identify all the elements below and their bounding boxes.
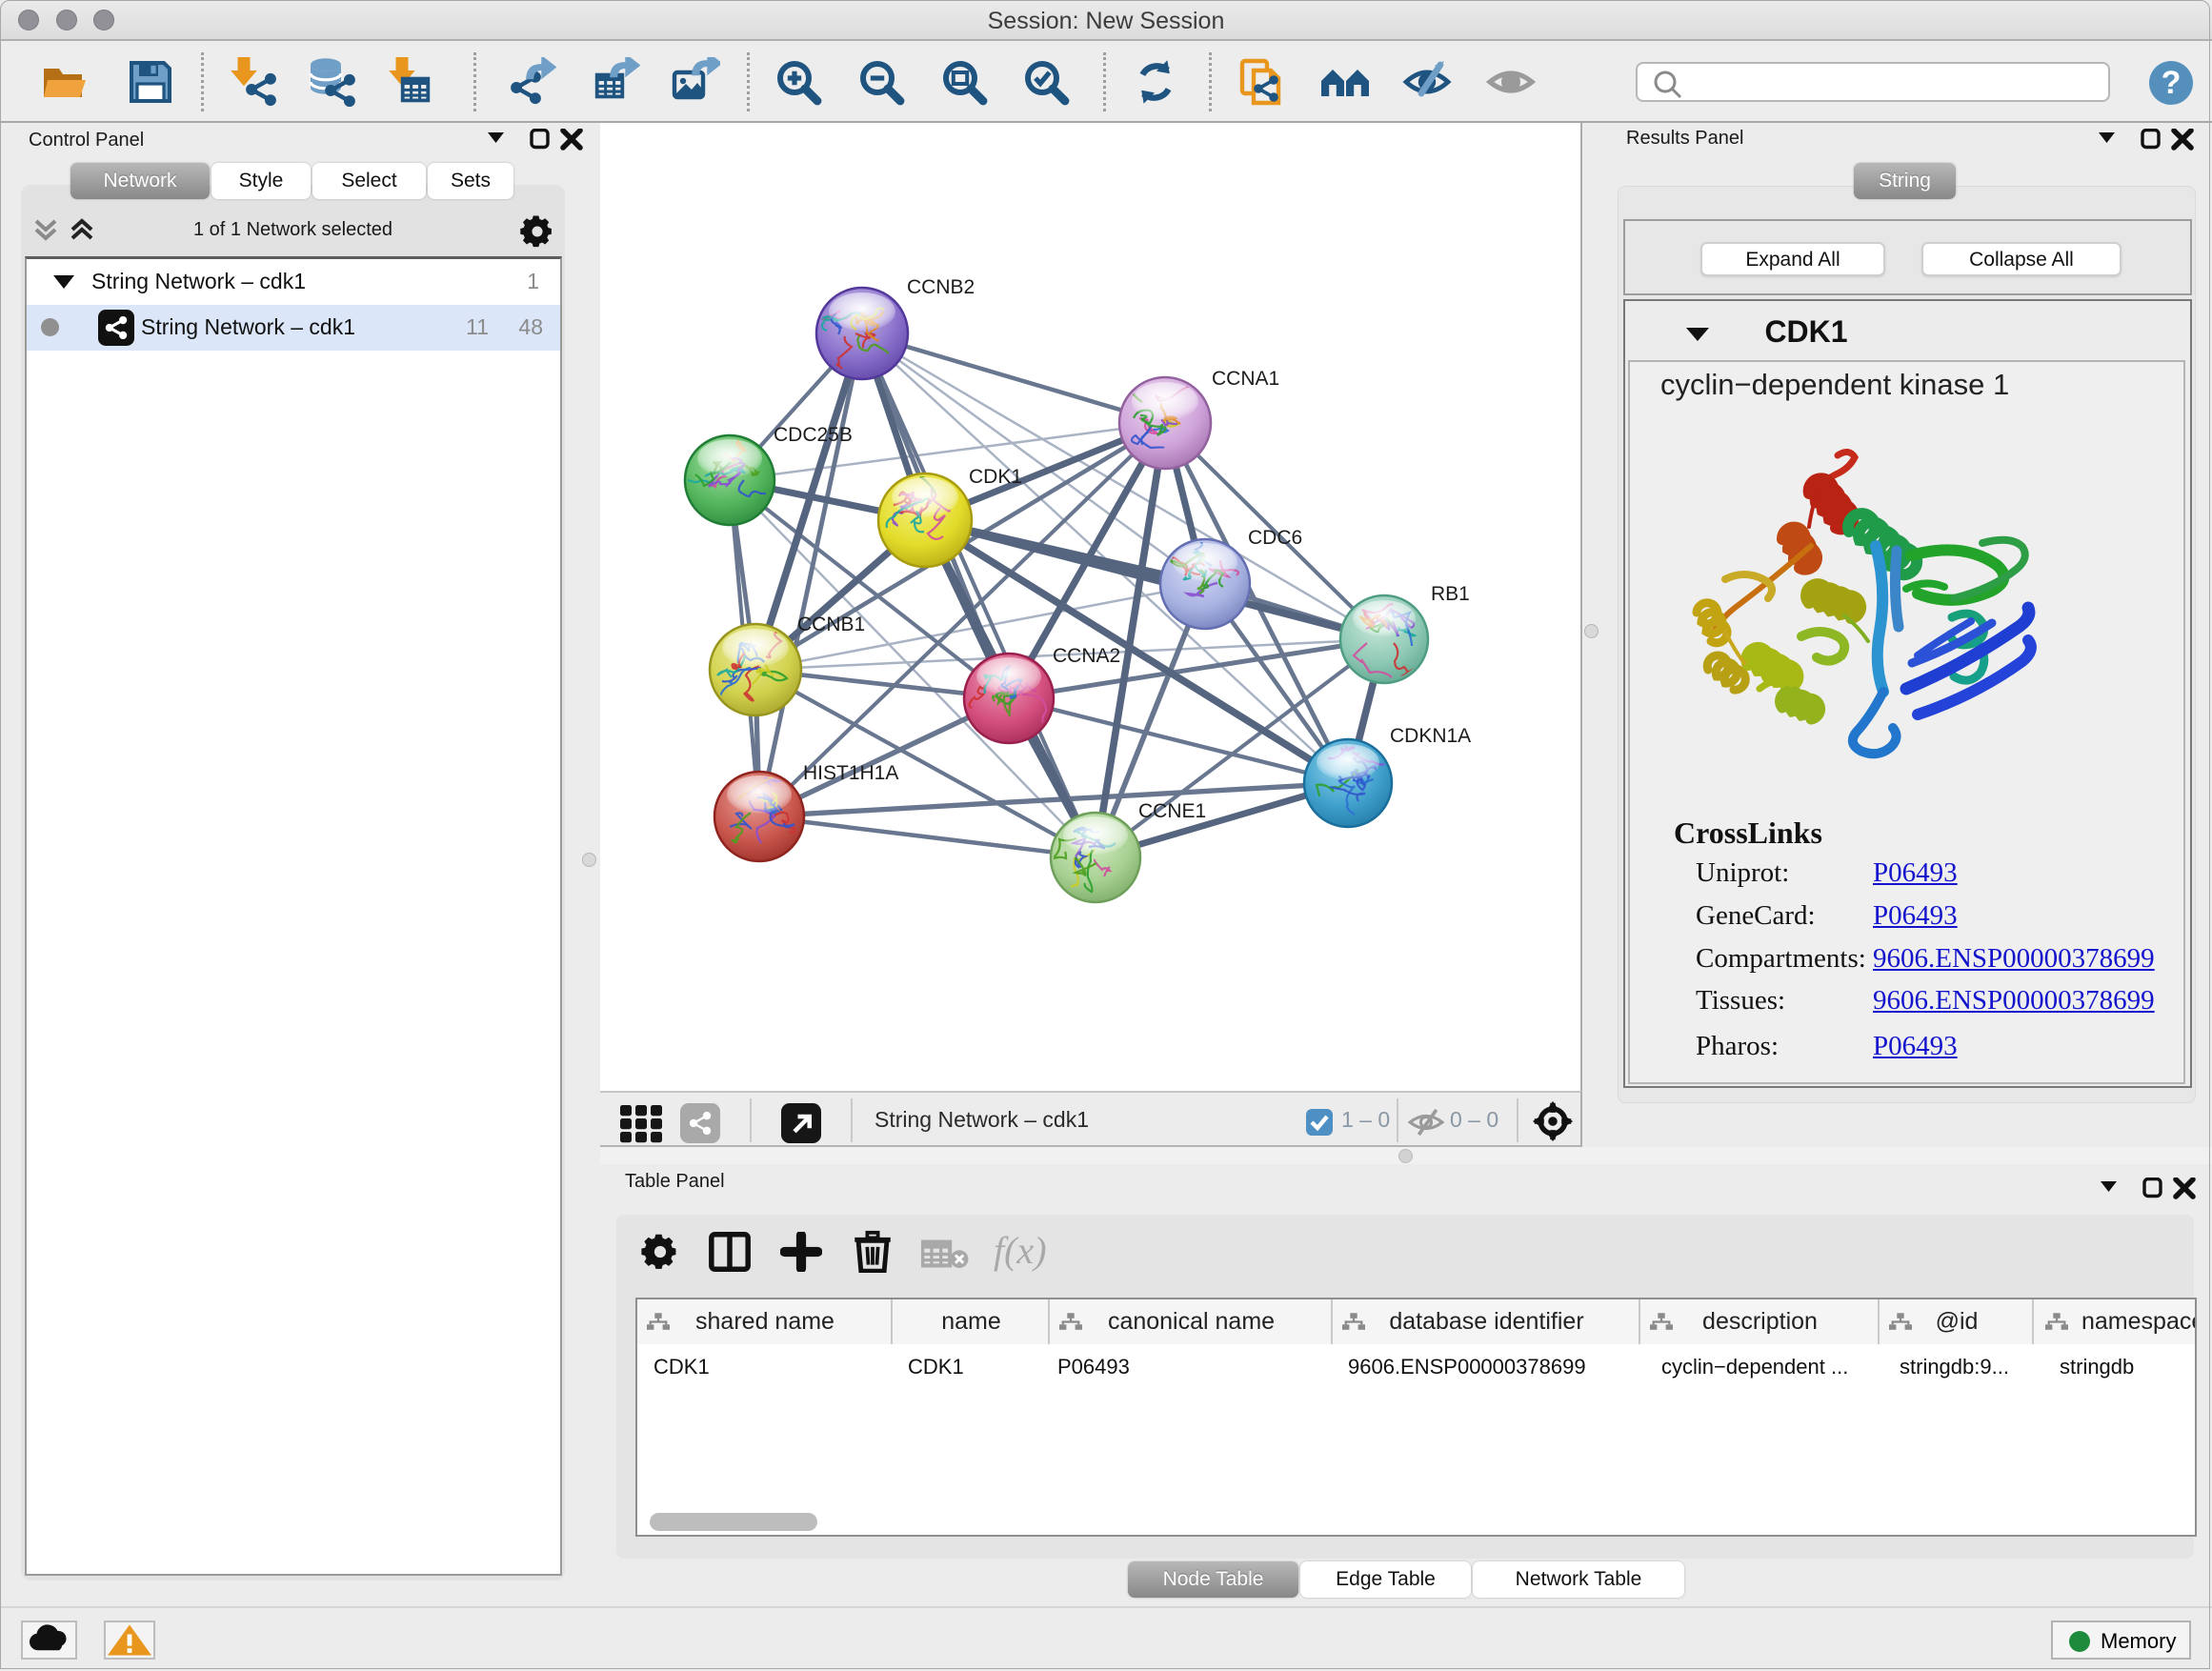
svg-text:CCNE1: CCNE1 xyxy=(1138,800,1206,822)
svg-text:CCNB2: CCNB2 xyxy=(907,276,975,298)
svg-text:HIST1H1A: HIST1H1A xyxy=(803,762,898,784)
svg-text:CDK1: CDK1 xyxy=(969,466,1022,488)
svg-text:CCNA2: CCNA2 xyxy=(1053,645,1120,667)
svg-text:CCNA1: CCNA1 xyxy=(1212,368,1279,390)
svg-text:CDKN1A: CDKN1A xyxy=(1390,725,1471,747)
svg-text:CCNB1: CCNB1 xyxy=(797,614,865,635)
svg-text:RB1: RB1 xyxy=(1431,583,1470,605)
svg-text:CDC6: CDC6 xyxy=(1248,527,1302,549)
svg-text:CDC25B: CDC25B xyxy=(774,424,853,446)
